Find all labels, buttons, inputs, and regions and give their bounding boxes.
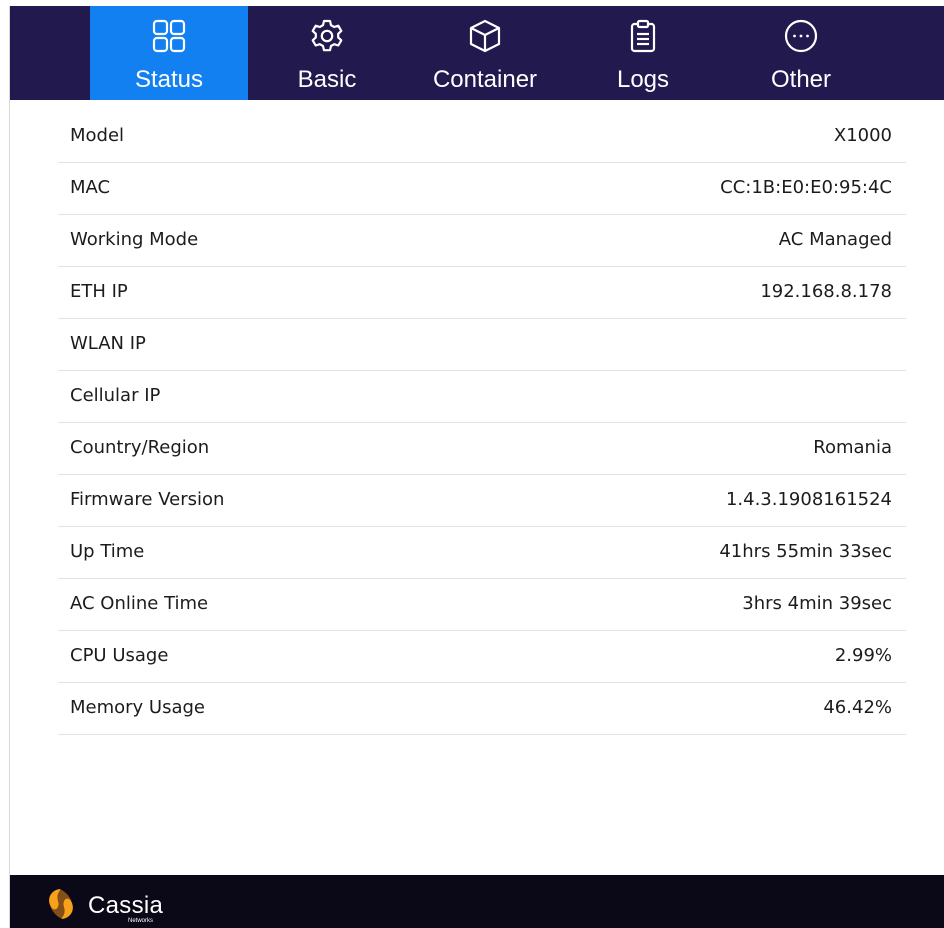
tab-basic[interactable]: Basic	[248, 6, 406, 100]
cube-icon	[467, 18, 503, 54]
status-row-firmware-version: Firmware Version 1.4.3.1908161524	[58, 475, 906, 527]
tab-container[interactable]: Container	[406, 6, 564, 100]
tab-container-label: Container	[432, 66, 538, 93]
tab-other-label: Other	[770, 66, 832, 93]
status-value: Romania	[813, 437, 892, 458]
status-key: Firmware Version	[70, 489, 225, 510]
app-window: Status Basic Container Logs Other Model …	[10, 6, 944, 928]
status-key: Model	[70, 125, 125, 146]
tab-logs[interactable]: Logs	[564, 6, 722, 100]
status-row-up-time: Up Time 41hrs 55min 33sec	[58, 527, 906, 579]
status-value: 41hrs 55min 33sec	[719, 541, 892, 562]
status-value: 1.4.3.1908161524	[725, 489, 892, 510]
status-row-wlan-ip: WLAN IP	[58, 319, 906, 371]
status-key: CPU Usage	[70, 645, 169, 666]
status-row-cellular-ip: Cellular IP	[58, 371, 906, 423]
status-row-eth-ip: ETH IP 192.168.8.178	[58, 267, 906, 319]
status-value: CC:1B:E0:E0:95:4C	[720, 177, 892, 198]
status-value: 2.99%	[834, 645, 892, 666]
status-key: Cellular IP	[70, 385, 161, 406]
tab-other[interactable]: Other	[722, 6, 880, 100]
status-row-working-mode: Working Mode AC Managed	[58, 215, 906, 267]
tab-basic-label: Basic	[297, 66, 357, 93]
gear-icon	[309, 18, 345, 54]
status-key: WLAN IP	[70, 333, 146, 354]
clipboard-icon	[625, 18, 661, 54]
status-key: Memory Usage	[70, 697, 206, 718]
status-value: AC Managed	[778, 229, 892, 250]
status-key: MAC	[70, 177, 111, 198]
status-key: AC Online Time	[70, 593, 209, 614]
footer: Cassia Networks	[10, 875, 944, 928]
status-table: Model X1000 MAC CC:1B:E0:E0:95:4C Workin…	[58, 111, 906, 735]
status-value: 192.168.8.178	[760, 281, 892, 302]
cassia-logo-icon	[44, 887, 78, 921]
status-row-model: Model X1000	[58, 111, 906, 163]
status-value: 3hrs 4min 39sec	[742, 593, 892, 614]
status-key: Working Mode	[70, 229, 199, 250]
status-row-memory-usage: Memory Usage 46.42%	[58, 683, 906, 735]
brand-name: Cassia	[88, 892, 164, 919]
tab-logs-label: Logs	[616, 66, 670, 93]
status-row-ac-online-time: AC Online Time 3hrs 4min 39sec	[58, 579, 906, 631]
status-value: X1000	[833, 125, 892, 146]
status-key: ETH IP	[70, 281, 128, 302]
more-icon	[783, 18, 819, 54]
status-key: Country/Region	[70, 437, 210, 458]
brand-subtitle: Networks	[128, 918, 154, 924]
status-key: Up Time	[70, 541, 145, 562]
status-row-country-region: Country/Region Romania	[58, 423, 906, 475]
status-row-mac: MAC CC:1B:E0:E0:95:4C	[58, 163, 906, 215]
top-navigation: Status Basic Container Logs Other	[10, 6, 944, 100]
grid-icon	[151, 18, 187, 54]
status-row-cpu-usage: CPU Usage 2.99%	[58, 631, 906, 683]
tab-status-label: Status	[134, 66, 204, 93]
status-value: 46.42%	[823, 697, 892, 718]
tab-status[interactable]: Status	[90, 6, 248, 100]
